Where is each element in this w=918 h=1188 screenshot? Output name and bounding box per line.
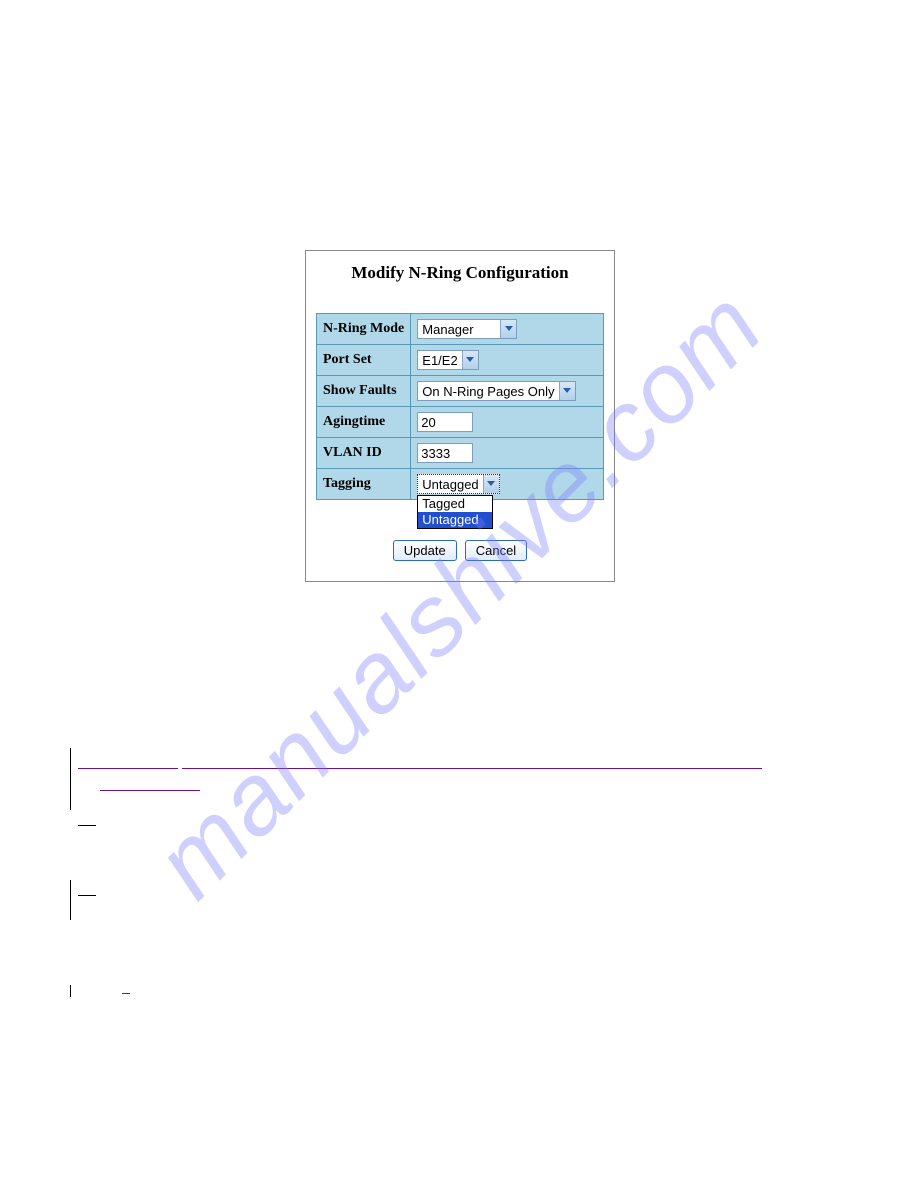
tagging-option-tagged[interactable]: Tagged — [418, 496, 492, 512]
select-port-set-value: E1/E2 — [418, 353, 461, 368]
select-nring-mode[interactable]: Manager — [417, 319, 517, 339]
label-show-faults: Show Faults — [317, 376, 411, 407]
input-vlan-id[interactable] — [417, 443, 473, 463]
row-agingtime: Agingtime — [317, 407, 604, 438]
label-port-set: Port Set — [317, 345, 411, 376]
decorative-line — [100, 790, 200, 791]
row-vlan-id: VLAN ID — [317, 438, 604, 469]
tagging-dropdown-list[interactable]: Tagged Untagged — [417, 495, 493, 529]
update-button[interactable]: Update — [393, 540, 457, 561]
select-show-faults-value: On N-Ring Pages Only — [418, 384, 558, 399]
label-tagging: Tagging — [317, 469, 411, 500]
row-show-faults: Show Faults On N-Ring Pages Only — [317, 376, 604, 407]
decorative-bar — [70, 748, 71, 810]
row-port-set: Port Set E1/E2 — [317, 345, 604, 376]
row-nring-mode: N-Ring Mode Manager — [317, 314, 604, 345]
chevron-down-icon — [559, 382, 575, 400]
select-nring-mode-value: Manager — [418, 322, 500, 337]
decorative-bar — [70, 985, 71, 997]
select-tagging-value: Untagged — [418, 477, 482, 492]
decorative-line — [78, 825, 96, 826]
cancel-button[interactable]: Cancel — [465, 540, 527, 561]
modify-nring-config-panel: Modify N-Ring Configuration N-Ring Mode … — [305, 250, 615, 582]
panel-title: Modify N-Ring Configuration — [306, 251, 614, 313]
tagging-option-untagged[interactable]: Untagged — [418, 512, 492, 528]
input-agingtime[interactable] — [417, 412, 473, 432]
config-table: N-Ring Mode Manager Port Set E1/E2 — [316, 313, 604, 500]
chevron-down-icon — [500, 320, 516, 338]
button-row: Update Cancel — [306, 540, 614, 561]
select-show-faults[interactable]: On N-Ring Pages Only — [417, 381, 575, 401]
select-port-set[interactable]: E1/E2 — [417, 350, 478, 370]
chevron-down-icon — [483, 475, 499, 493]
decorative-line — [122, 993, 130, 994]
decorative-bar — [70, 880, 71, 920]
label-nring-mode: N-Ring Mode — [317, 314, 411, 345]
row-tagging: Tagging Untagged Tagged Untagged — [317, 469, 604, 500]
decorative-line — [78, 895, 96, 896]
chevron-down-icon — [462, 351, 478, 369]
label-vlan-id: VLAN ID — [317, 438, 411, 469]
label-agingtime: Agingtime — [317, 407, 411, 438]
select-tagging[interactable]: Untagged — [417, 474, 499, 494]
decorative-line — [182, 768, 762, 769]
decorative-line — [78, 768, 178, 769]
